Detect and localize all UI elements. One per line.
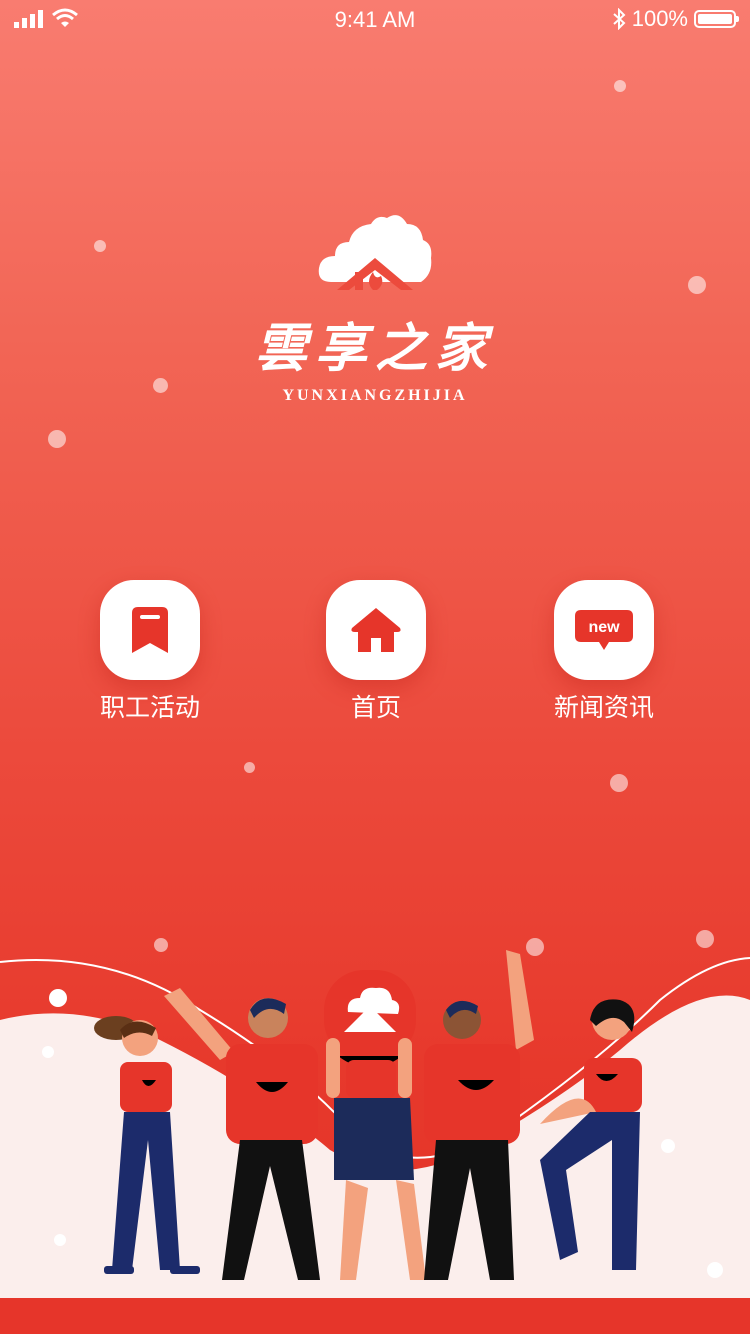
bookmark-icon <box>132 607 168 653</box>
decor-dot <box>153 378 168 393</box>
menu-tile[interactable] <box>326 580 426 680</box>
cloud-home-icon <box>318 215 432 290</box>
menu-item-home[interactable]: 首页 <box>296 580 456 724</box>
home-icon <box>351 608 401 652</box>
menu-tile[interactable] <box>100 580 200 680</box>
battery-group: 100% <box>612 6 739 32</box>
team-illustration <box>0 950 750 1300</box>
bottom-accent-bar <box>0 1298 750 1334</box>
menu-tile[interactable]: new <box>554 580 654 680</box>
decor-dot <box>94 240 106 252</box>
bluetooth-icon <box>613 8 626 30</box>
decor-dot <box>244 762 255 773</box>
battery-level <box>698 14 732 24</box>
main-menu: 职工活动 首页 new 新闻资讯 <box>0 580 750 730</box>
battery-percent: 100% <box>631 6 688 31</box>
decor-dot <box>610 774 628 792</box>
menu-item-news[interactable]: new 新闻资讯 <box>524 580 684 724</box>
decor-dot <box>688 276 706 294</box>
decor-dot <box>48 430 66 448</box>
menu-item-activities[interactable]: 职工活动 <box>70 580 230 724</box>
app-logo: 雲享之家 YUNXIANGZHIJIA <box>240 212 510 405</box>
menu-label: 新闻资讯 <box>553 693 654 722</box>
logo-title-en: YUNXIANGZHIJIA <box>282 387 468 404</box>
logo-title-cn: 雲享之家 <box>254 318 495 379</box>
status-bar: 9:41 AM 100% <box>0 0 750 40</box>
news-icon: new <box>575 610 633 650</box>
battery-icon <box>694 10 739 28</box>
news-badge-text: new <box>588 619 620 636</box>
menu-label: 职工活动 <box>99 693 200 722</box>
decor-dot <box>614 80 626 92</box>
menu-label: 首页 <box>350 693 401 722</box>
